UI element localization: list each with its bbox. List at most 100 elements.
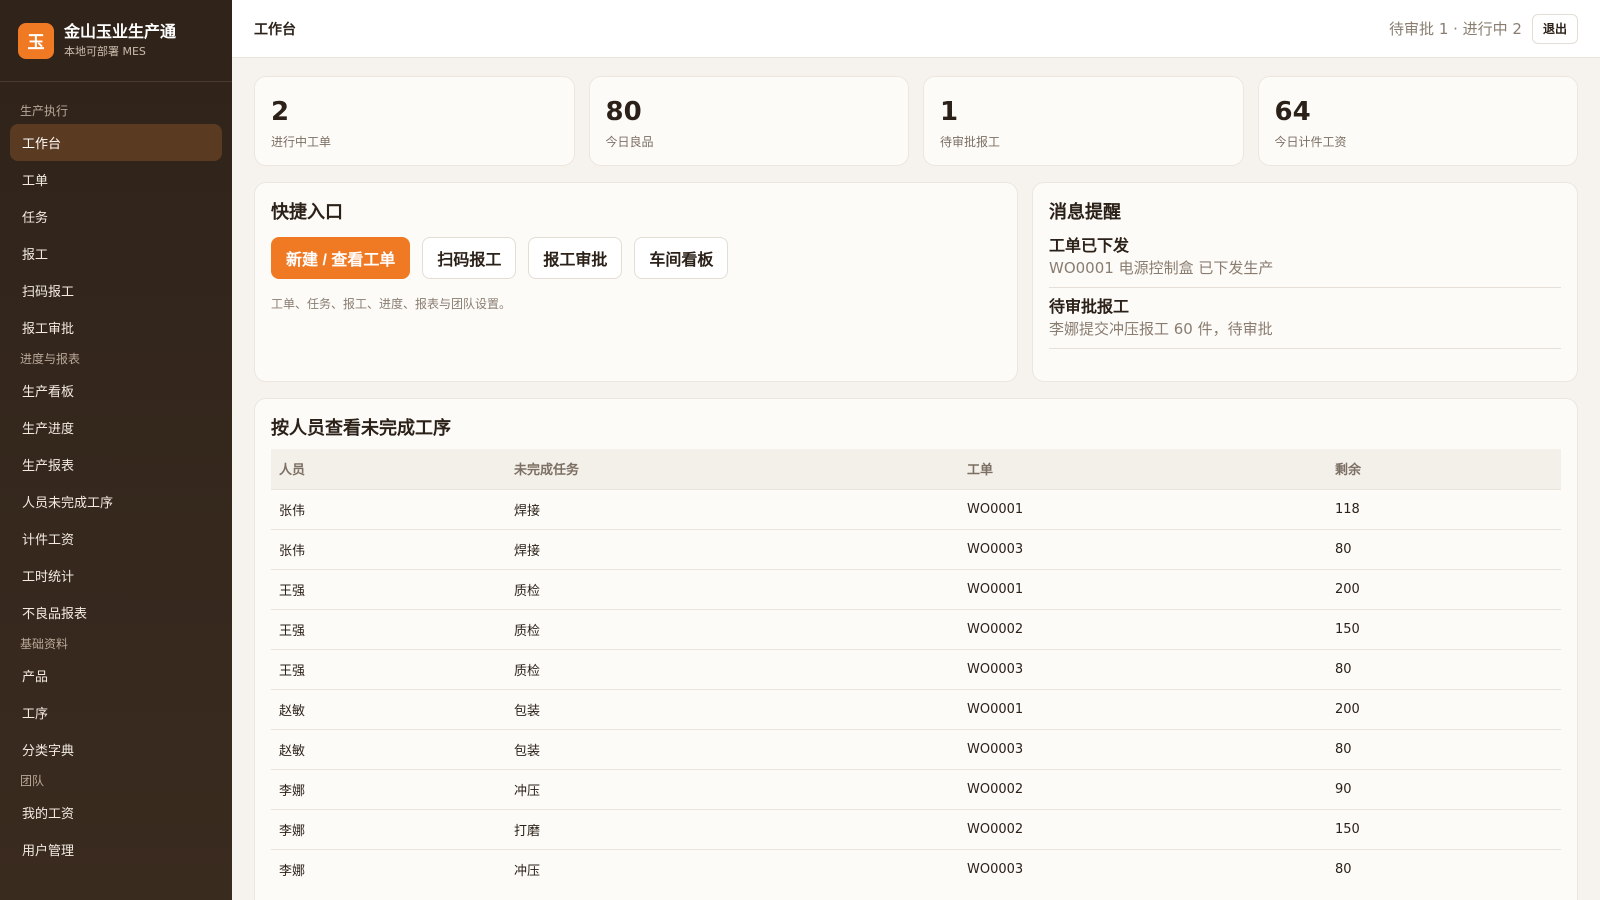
table-row[interactable]: 李娜 冲压 WO0003 80 xyxy=(271,848,1561,889)
sidebar-item[interactable]: 工序 xyxy=(10,694,222,731)
stat-value: 64 xyxy=(1274,97,1311,127)
cell-task: 质检 xyxy=(506,568,959,609)
sidebar-item[interactable]: 报工审批 xyxy=(10,309,222,346)
sidebar-item[interactable]: 任务 xyxy=(10,198,222,235)
cell-workorder: WO0002 xyxy=(959,768,1327,809)
sidebar-item[interactable]: 我的工资 xyxy=(10,794,222,831)
table-row[interactable]: 王强 质检 WO0001 200 xyxy=(271,568,1561,609)
cell-remaining: 150 xyxy=(1327,808,1561,849)
cell-remaining: 80 xyxy=(1327,848,1561,889)
logout-button[interactable]: 退出 xyxy=(1531,13,1578,44)
sidebar-item[interactable]: 分类字典 xyxy=(10,731,222,768)
cell-remaining: 90 xyxy=(1327,768,1561,809)
message-item[interactable]: 待审批报工 李娜提交冲压报工 60 件，待审批 xyxy=(1049,288,1561,349)
report-approval-button[interactable]: 报工审批 xyxy=(528,237,623,279)
quick-access-title: 快捷入口 xyxy=(271,202,343,223)
sidebar-item[interactable]: 报工 xyxy=(10,235,222,272)
stat-value: 1 xyxy=(940,97,959,127)
cell-person: 赵敏 xyxy=(271,728,506,769)
cell-workorder: WO0003 xyxy=(959,648,1327,689)
brand-title: 金山玉业生产通 xyxy=(64,21,177,41)
quick-buttons: 新建 / 查看工单 扫码报工 报工审批 车间看板 xyxy=(271,237,1001,279)
topbar-right: 待审批 1 · 进行中 2 退出 xyxy=(1389,13,1578,44)
sidebar-item[interactable]: 工单 xyxy=(10,161,222,198)
table-row[interactable]: 王强 质检 WO0003 80 xyxy=(271,648,1561,689)
cell-person: 李娜 xyxy=(271,768,506,809)
stat-card-good-today: 80 今日良品 xyxy=(588,76,909,166)
app-root: 玉 金山玉业生产通 本地可部署 MES 生产执行 工作台 工单 任务 报工 扫码报工 报工审… xyxy=(0,0,1600,900)
cell-workorder: WO0003 xyxy=(959,528,1327,569)
column-header-task: 未完成任务 xyxy=(514,463,580,479)
cell-task: 冲压 xyxy=(506,848,959,889)
stat-label: 今日计件工资 xyxy=(1274,135,1347,149)
column-header-person: 人员 xyxy=(279,463,306,479)
status-summary: 待审批 1 · 进行中 2 xyxy=(1389,20,1522,38)
cell-person: 王强 xyxy=(271,608,506,649)
cell-task: 质检 xyxy=(506,608,959,649)
cell-person: 张伟 xyxy=(271,488,506,529)
sidebar-item[interactable]: 用户管理 xyxy=(10,831,222,868)
cell-person: 赵敏 xyxy=(271,688,506,729)
cell-task: 焊接 xyxy=(506,528,959,569)
table-row[interactable]: 王强 质检 WO0002 150 xyxy=(271,608,1561,649)
page-title: 工作台 xyxy=(254,21,296,38)
table-row[interactable]: 李娜 冲压 WO0002 90 xyxy=(271,768,1561,809)
messages-panel: 消息提醒 工单已下发 WO0001 电源控制盒 已下发生产 待审批报工 李娜提交… xyxy=(1032,182,1578,382)
sidebar-item[interactable]: 不良品报表 xyxy=(10,594,222,631)
column-header-remaining: 剩余 xyxy=(1335,463,1362,479)
message-title: 工单已下发 xyxy=(1049,236,1130,255)
cell-task: 包装 xyxy=(506,728,959,769)
cell-remaining: 150 xyxy=(1327,608,1561,649)
column-header-workorder: 工单 xyxy=(967,463,994,479)
sidebar-item[interactable]: 生产进度 xyxy=(10,409,222,446)
message-item[interactable]: 工单已下发 WO0001 电源控制盒 已下发生产 xyxy=(1049,227,1561,288)
table-row[interactable]: 张伟 焊接 WO0001 118 xyxy=(271,488,1561,529)
content: 2 进行中工单 80 今日良品 1 待审批报工 64 今日计件工资 快捷入口 新… xyxy=(232,58,1600,900)
message-title: 待审批报工 xyxy=(1049,297,1130,316)
sidebar: 玉 金山玉业生产通 本地可部署 MES 生产执行 工作台 工单 任务 报工 扫码报工 报工审… xyxy=(0,0,232,900)
message-body: WO0001 电源控制盒 已下发生产 xyxy=(1049,259,1274,277)
brand: 玉 金山玉业生产通 本地可部署 MES xyxy=(0,0,232,82)
stat-card-pending-approval: 1 待审批报工 xyxy=(923,76,1244,166)
sidebar-item[interactable]: 工作台 xyxy=(10,124,222,161)
cell-task: 质检 xyxy=(506,648,959,689)
cell-remaining: 200 xyxy=(1327,688,1561,729)
table-row[interactable]: 赵敏 包装 WO0001 200 xyxy=(271,688,1561,729)
main-area: 工作台 待审批 1 · 进行中 2 退出 2 进行中工单 80 今日良品 1 待… xyxy=(232,0,1600,900)
cell-workorder: WO0001 xyxy=(959,488,1327,529)
quick-access-panel: 快捷入口 新建 / 查看工单 扫码报工 报工审批 车间看板 工单、任务、报工、进… xyxy=(254,182,1018,382)
sidebar-item[interactable]: 计件工资 xyxy=(10,520,222,557)
sidebar-item[interactable]: 工时统计 xyxy=(10,557,222,594)
cell-workorder: WO0001 xyxy=(959,568,1327,609)
scan-report-button[interactable]: 扫码报工 xyxy=(422,237,517,279)
cell-remaining: 80 xyxy=(1327,648,1561,689)
table-row[interactable]: 张伟 焊接 WO0003 80 xyxy=(271,528,1561,569)
nav-section-label: 团队 xyxy=(20,774,45,788)
cell-person: 张伟 xyxy=(271,528,506,569)
table-row[interactable]: 李娜 打磨 WO0002 150 xyxy=(271,808,1561,849)
workshop-board-button[interactable]: 车间看板 xyxy=(634,237,729,279)
cell-workorder: WO0003 xyxy=(959,728,1327,769)
sidebar-item[interactable]: 生产报表 xyxy=(10,446,222,483)
message-body: 李娜提交冲压报工 60 件，待审批 xyxy=(1049,320,1273,338)
nav-section-label: 进度与报表 xyxy=(20,352,81,366)
stats-row: 2 进行中工单 80 今日良品 1 待审批报工 64 今日计件工资 xyxy=(254,76,1578,166)
sidebar-item[interactable]: 扫码报工 xyxy=(10,272,222,309)
table-row[interactable]: 赵敏 包装 WO0003 80 xyxy=(271,728,1561,769)
cell-remaining: 118 xyxy=(1327,488,1561,529)
pending-by-person-panel: 按人员查看未完成工序 人员 未完成任务 工单 剩余 张伟 焊接 WO0001 118 张… xyxy=(254,398,1578,900)
cell-remaining: 80 xyxy=(1327,528,1561,569)
nav-section-label: 基础资料 xyxy=(20,637,69,651)
cell-person: 王强 xyxy=(271,648,506,689)
sidebar-item[interactable]: 人员未完成工序 xyxy=(10,483,222,520)
sidebar-item[interactable]: 产品 xyxy=(10,657,222,694)
messages-title: 消息提醒 xyxy=(1049,202,1121,223)
sidebar-item[interactable]: 生产看板 xyxy=(10,372,222,409)
quick-access-description: 工单、任务、报工、进度、报表与团队设置。 xyxy=(271,297,512,311)
cell-person: 李娜 xyxy=(271,808,506,849)
sidebar-nav: 生产执行 工作台 工单 任务 报工 扫码报工 报工审批 进度与报表 生产看板 生产进度 生产报表 人员… xyxy=(0,98,232,868)
new-view-workorder-button[interactable]: 新建 / 查看工单 xyxy=(271,237,411,279)
cell-remaining: 200 xyxy=(1327,568,1561,609)
panels-row: 快捷入口 新建 / 查看工单 扫码报工 报工审批 车间看板 工单、任务、报工、进… xyxy=(254,182,1578,382)
stat-label: 待审批报工 xyxy=(940,135,1001,149)
